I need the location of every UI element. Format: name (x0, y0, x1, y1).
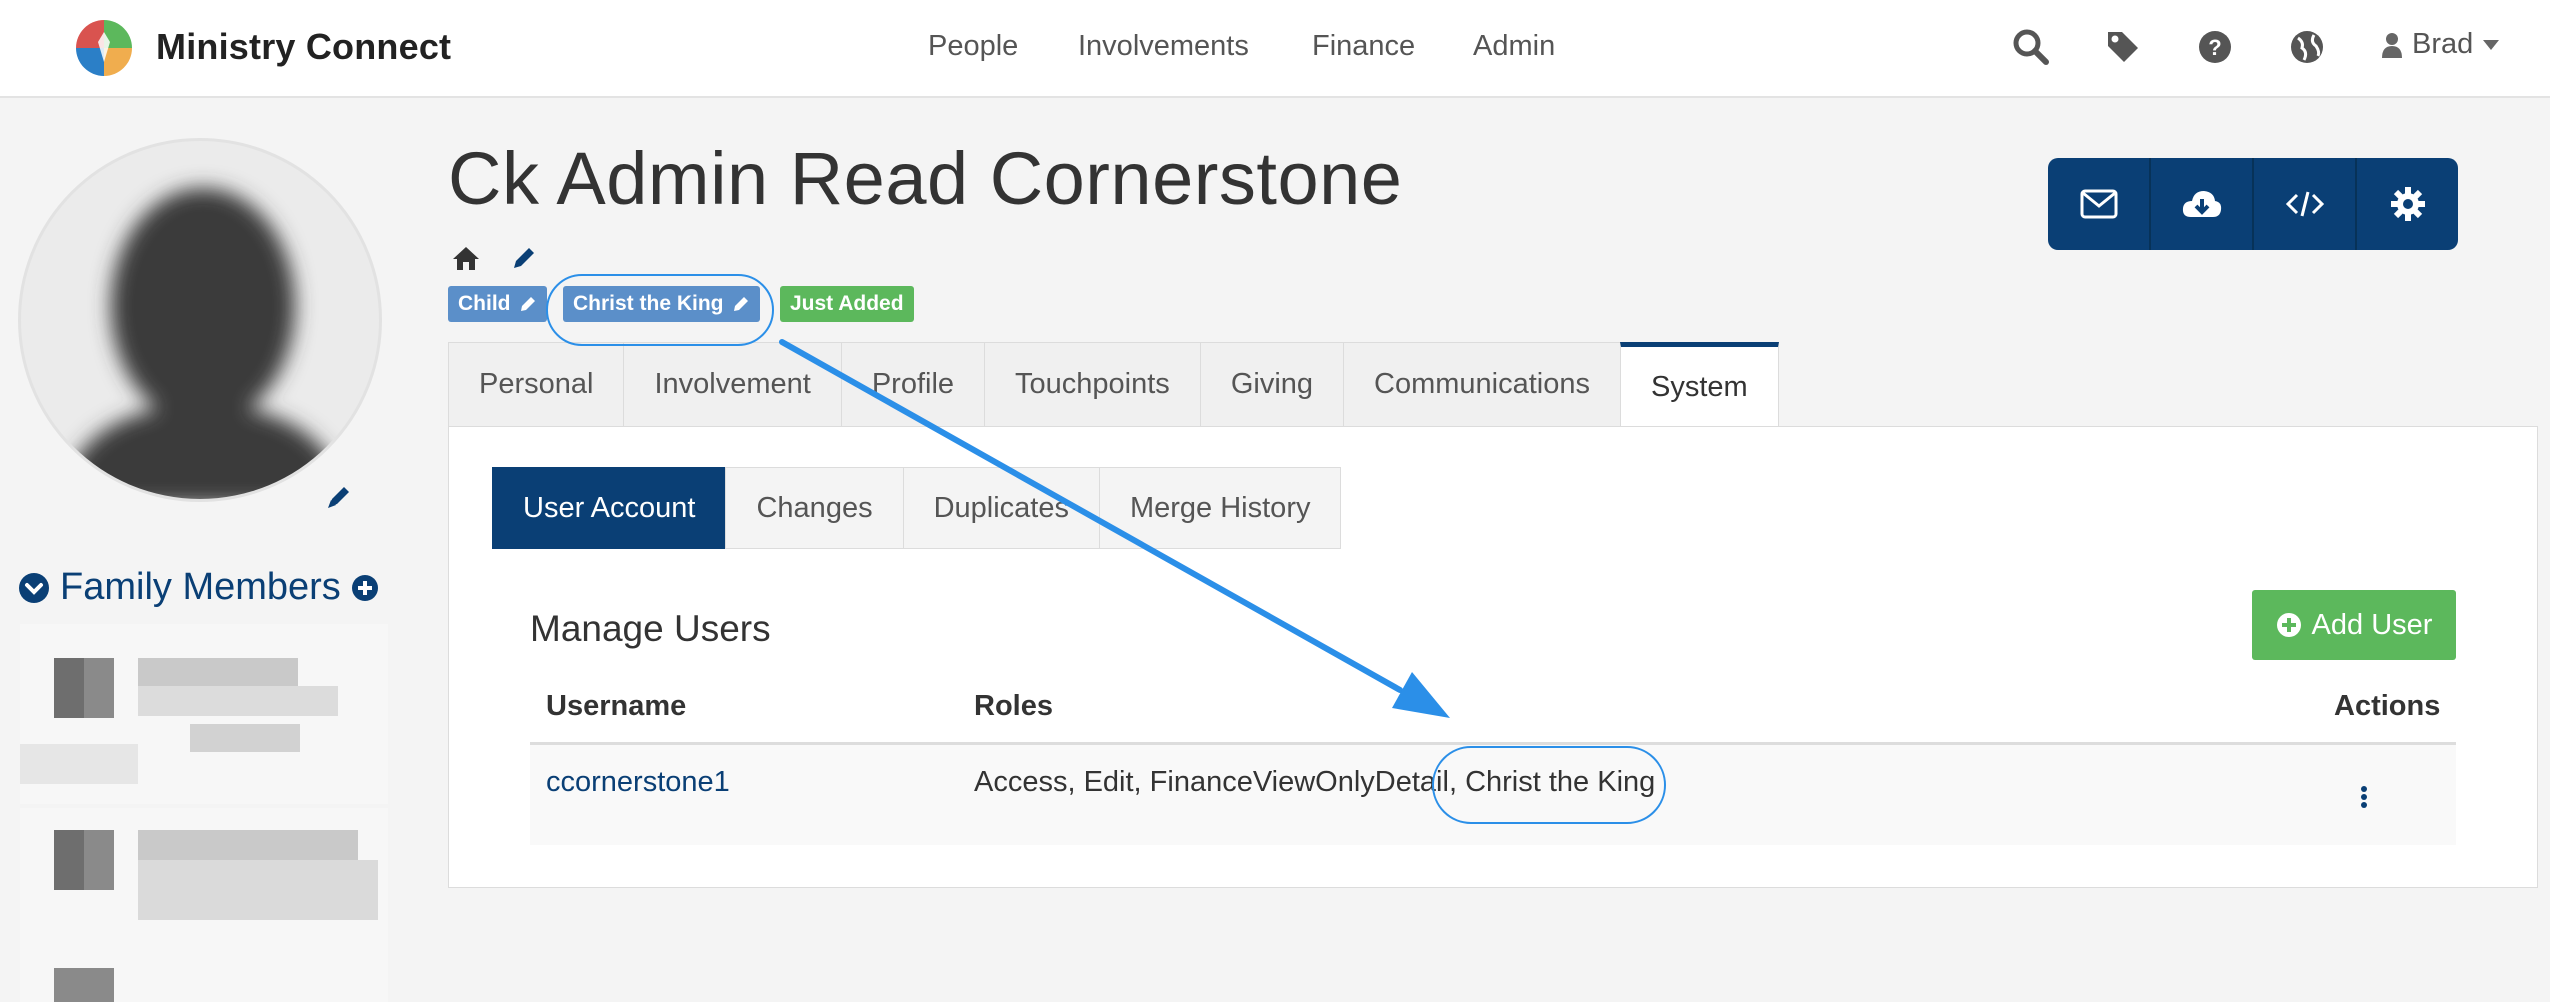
search-icon[interactable] (2012, 28, 2050, 66)
nav-finance[interactable]: Finance (1312, 30, 1415, 63)
profile-tabs: Personal Involvement Profile Touchpoints… (448, 342, 1779, 428)
add-family-member-icon[interactable] (351, 574, 379, 602)
pixel-block (138, 860, 378, 920)
pixel-block (54, 968, 114, 1002)
position-label-text: Child (458, 292, 511, 315)
nav-admin[interactable]: Admin (1473, 30, 1555, 63)
email-button[interactable] (2048, 158, 2151, 250)
top-navbar: Ministry Connect People Involvements Fin… (0, 0, 2550, 98)
add-user-button[interactable]: Add User (2252, 590, 2456, 660)
edit-photo-icon[interactable] (326, 484, 352, 510)
nav-involvements[interactable]: Involvements (1078, 30, 1249, 63)
caret-down-icon (2483, 39, 2500, 50)
tab-involvement[interactable]: Involvement (623, 342, 841, 427)
pixel-block (138, 830, 358, 860)
kebab-icon[interactable] (2360, 786, 2368, 808)
home-icon[interactable] (452, 244, 480, 272)
manage-users-title: Manage Users (530, 608, 771, 649)
svg-text:?: ? (2208, 35, 2221, 60)
tab-system[interactable]: System (1620, 342, 1779, 428)
pencil-icon[interactable] (510, 244, 538, 272)
person-name: Ck Admin Read Cornerstone (448, 137, 1403, 220)
column-header-username: Username (546, 690, 687, 722)
tag-icon[interactable] (2104, 28, 2142, 66)
tab-personal[interactable]: Personal (448, 342, 624, 427)
user-icon (2382, 32, 2402, 58)
column-header-actions: Actions (2334, 690, 2441, 722)
column-header-roles: Roles (974, 690, 1053, 722)
code-button[interactable] (2254, 158, 2357, 250)
subtab-user-account[interactable]: User Account (492, 467, 726, 549)
family-members-header[interactable]: Family Members (18, 566, 379, 609)
user-menu[interactable]: Brad (2382, 28, 2500, 61)
settings-button[interactable] (2357, 158, 2458, 250)
family-members-title: Family Members (60, 566, 341, 608)
profile-avatar (18, 138, 382, 502)
pixel-block (138, 686, 338, 716)
ministry-connect-logo[interactable] (70, 14, 138, 82)
brand-name[interactable]: Ministry Connect (156, 26, 451, 68)
silhouette-image (61, 188, 345, 499)
profile-action-toolbar (2048, 158, 2458, 250)
subtab-duplicates[interactable]: Duplicates (902, 467, 1099, 549)
envelope-icon (2080, 189, 2117, 219)
code-icon (2285, 191, 2324, 217)
system-subtabs: User Account Changes Duplicates Merge Hi… (492, 467, 1342, 549)
subtab-changes[interactable]: Changes (725, 467, 903, 549)
position-label[interactable]: Child (448, 286, 547, 322)
tab-touchpoints[interactable]: Touchpoints (984, 342, 1200, 427)
status-label: Just Added (780, 286, 914, 322)
pixel-block (138, 658, 298, 686)
chevron-down-icon[interactable] (18, 572, 50, 604)
roles-main: Access, Edit, FinanceViewOnlyDetail (974, 766, 1449, 798)
globe-icon[interactable] (2288, 28, 2326, 66)
tab-giving[interactable]: Giving (1199, 342, 1344, 427)
user-name: Brad (2412, 28, 2474, 60)
pixel-block (84, 658, 114, 718)
pencil-icon (520, 297, 535, 311)
subtab-merge-history[interactable]: Merge History (1098, 467, 1342, 549)
tab-communications[interactable]: Communications (1343, 342, 1620, 427)
pixel-block (84, 830, 114, 890)
pixel-block (190, 724, 300, 752)
tab-profile[interactable]: Profile (840, 342, 985, 427)
pixel-block (54, 658, 84, 718)
annotation-circle-campus-label (546, 274, 774, 346)
plus-circle-icon (2276, 613, 2301, 637)
nav-people[interactable]: People (928, 30, 1018, 63)
pixel-block (20, 744, 138, 784)
cloud-download-icon (2182, 191, 2221, 217)
annotation-circle-campus-role (1432, 746, 1666, 824)
add-user-label: Add User (2311, 608, 2433, 641)
family-member-card[interactable] (20, 808, 388, 1002)
family-member-card[interactable] (20, 624, 388, 804)
gear-icon (2390, 187, 2425, 221)
help-icon[interactable]: ? (2196, 28, 2234, 66)
username-link[interactable]: ccornerstone1 (546, 766, 730, 799)
pixel-block (54, 830, 84, 890)
download-button[interactable] (2151, 158, 2254, 250)
